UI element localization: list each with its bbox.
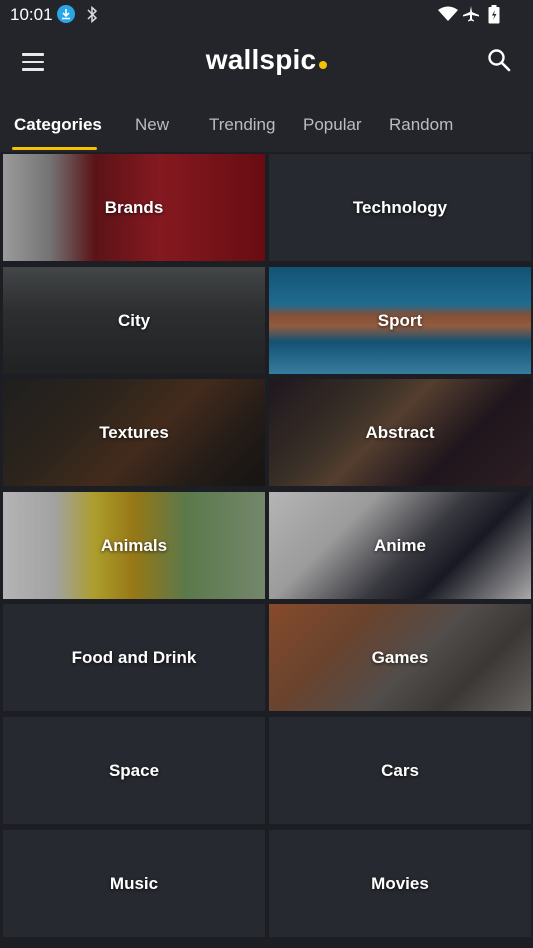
category-label: Technology bbox=[352, 197, 448, 217]
app-logo-text: wallspic bbox=[205, 44, 317, 75]
tab-popular[interactable]: Popular bbox=[303, 115, 362, 135]
logo-dot bbox=[319, 61, 328, 69]
airplane-mode-icon bbox=[462, 5, 480, 28]
search-icon[interactable] bbox=[487, 48, 513, 74]
category-tile-city[interactable]: City bbox=[3, 267, 265, 374]
tab-random[interactable]: Random bbox=[389, 115, 453, 135]
category-label: Food and Drink bbox=[71, 647, 197, 667]
category-tile-sport[interactable]: Sport bbox=[269, 267, 531, 374]
category-label: Sport bbox=[377, 310, 423, 330]
category-label: Music bbox=[109, 873, 159, 893]
category-label: City bbox=[117, 310, 151, 330]
download-icon bbox=[57, 5, 75, 23]
category-tile-food-and-drink[interactable]: Food and Drink bbox=[3, 604, 265, 711]
category-tile-brands[interactable]: Brands bbox=[3, 154, 265, 261]
tab-trending[interactable]: Trending bbox=[209, 115, 275, 135]
category-tile-animals[interactable]: Animals bbox=[3, 492, 265, 599]
category-label: Movies bbox=[371, 873, 429, 893]
category-tile-space[interactable]: Space bbox=[3, 717, 265, 824]
category-tile-textures[interactable]: Textures bbox=[3, 379, 265, 486]
category-tile-abstract[interactable]: Abstract bbox=[269, 379, 531, 486]
tab-bar: Categories New Trending Popular Random bbox=[0, 94, 533, 152]
category-label: Cars bbox=[381, 760, 419, 780]
bluetooth-icon bbox=[86, 5, 98, 28]
category-tile-music[interactable]: Music bbox=[3, 830, 265, 937]
category-label: Brands bbox=[104, 197, 164, 217]
category-label: Space bbox=[108, 760, 160, 780]
category-label: Games bbox=[371, 647, 429, 667]
category-label: Anime bbox=[374, 535, 426, 555]
category-label: Abstract bbox=[365, 422, 435, 442]
tab-categories[interactable]: Categories bbox=[14, 115, 102, 135]
category-tile-movies[interactable]: Movies bbox=[269, 830, 531, 937]
category-tile-games[interactable]: Games bbox=[269, 604, 531, 711]
active-tab-indicator bbox=[12, 147, 97, 150]
app-bar: wallspic bbox=[0, 30, 533, 94]
tab-new[interactable]: New bbox=[135, 115, 169, 135]
app-logo: wallspic bbox=[0, 44, 533, 76]
status-time: 10:01 bbox=[10, 5, 53, 24]
category-label: Animals bbox=[100, 535, 168, 555]
battery-icon bbox=[488, 5, 500, 29]
category-tile-technology[interactable]: Technology bbox=[269, 154, 531, 261]
category-tile-anime[interactable]: Anime bbox=[269, 492, 531, 599]
wifi-icon bbox=[438, 6, 458, 27]
status-bar: 10:01 bbox=[0, 0, 533, 30]
category-tile-cars[interactable]: Cars bbox=[269, 717, 531, 824]
category-label: Textures bbox=[99, 422, 169, 442]
